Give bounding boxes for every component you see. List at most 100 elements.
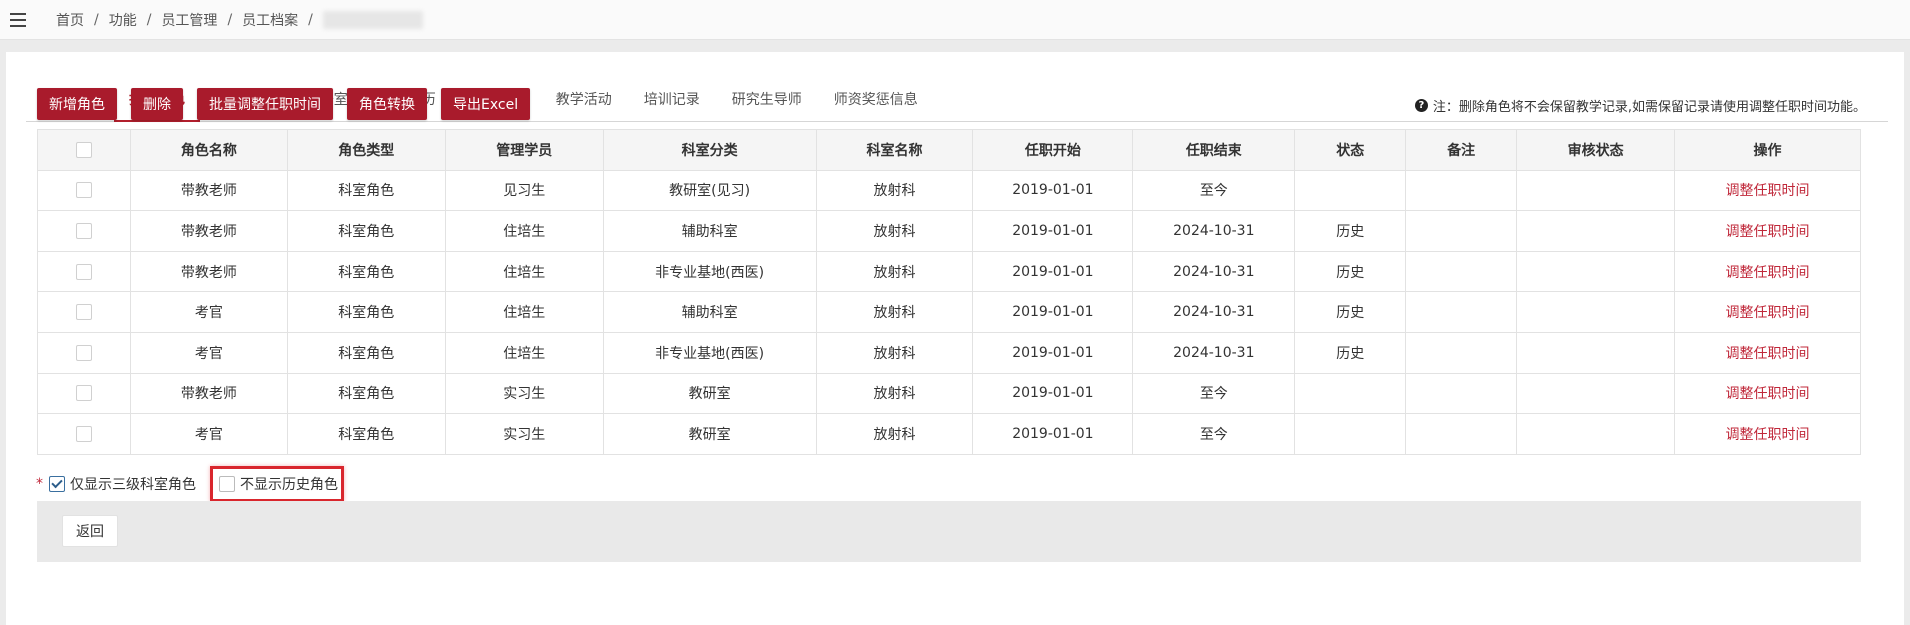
audit-status-cell [1516,372,1676,415]
adjust-tenure-link[interactable]: 调整任职时间 [1726,224,1810,240]
adjust-tenure-link[interactable]: 调整任职时间 [1726,427,1810,443]
row-select-cell [37,210,131,252]
column-header: 管理学员 [444,129,604,171]
audit-status-cell [1516,250,1676,293]
status-cell [1294,413,1407,455]
end-date-cell: 至今 [1132,169,1296,212]
select-all-checkbox[interactable] [75,141,92,158]
breadcrumb-functions[interactable]: 功能 [109,10,137,30]
footer-bar: 返回 [37,501,1861,562]
add-role-button[interactable]: 新增角色 [37,88,117,120]
batch-adjust-tenure-button[interactable]: 批量调整任职时间 [197,88,333,120]
status-cell [1294,372,1407,415]
role-name-cell: 带教老师 [129,372,288,415]
end-date-cell: 2024-10-31 [1132,331,1296,374]
start-date-cell: 2019-01-01 [972,250,1134,293]
roles-table: 角色名称 角色类型 管理学员 科室分类 科室名称 任职开始 任职结束 状态 备注… [37,129,1861,455]
breadcrumb-staff-management[interactable]: 员工管理 [161,10,217,30]
row-select-cell [37,331,131,374]
start-date-cell: 2019-01-01 [972,210,1134,252]
action-cell: 调整任职时间 [1674,250,1861,293]
required-mark: * [36,476,43,492]
table-row: 带教老师 科室角色 实习生 教研室 放射科 2019-01-01 至今 调整任职… [37,372,1861,415]
start-date-cell: 2019-01-01 [972,372,1134,415]
export-excel-button[interactable]: 导出Excel [441,88,531,120]
check-icon [51,476,63,489]
row-checkbox[interactable] [75,425,92,442]
back-button[interactable]: 返回 [62,515,118,547]
adjust-tenure-link[interactable]: 调整任职时间 [1726,265,1810,281]
role-type-cell: 科室角色 [286,372,446,415]
adjust-tenure-link[interactable]: 调整任职时间 [1726,346,1810,362]
role-type-cell: 科室角色 [286,210,446,252]
student-type-cell: 住培生 [444,250,604,293]
role-convert-button[interactable]: 角色转换 [347,88,427,120]
hide-history-label[interactable]: 不显示历史角色 [240,474,338,494]
table-row: 带教老师 科室角色 见习生 教研室(见习) 放射科 2019-01-01 至今 … [37,169,1861,212]
student-type-cell: 实习生 [444,372,604,415]
remark-cell [1405,291,1518,333]
student-type-cell: 住培生 [444,210,604,252]
tab-teaching-activities[interactable]: 教学活动 [541,76,627,121]
tab-graduate-advisor[interactable]: 研究生导师 [717,76,817,121]
dept-category-cell: 教研室(见习) [602,169,817,212]
column-header: 任职结束 [1132,129,1296,171]
student-type-cell: 住培生 [444,291,604,333]
status-cell: 历史 [1294,210,1407,252]
tab-training-records[interactable]: 培训记录 [629,76,715,121]
column-header: 角色类型 [286,129,446,171]
select-all-cell [37,129,131,171]
end-date-cell: 2024-10-31 [1132,250,1296,293]
question-circle-icon: ? [1414,99,1428,112]
row-select-cell [37,372,131,415]
table-row: 带教老师 科室角色 住培生 辅助科室 放射科 2019-01-01 2024-1… [37,210,1861,252]
row-checkbox[interactable] [75,222,92,239]
row-checkbox[interactable] [75,385,92,402]
adjust-tenure-link[interactable]: 调整任职时间 [1726,183,1810,199]
dept-name-cell: 放射科 [815,291,974,333]
table-row: 考官 科室角色 住培生 非专业基地(西医) 放射科 2019-01-01 202… [37,331,1861,374]
student-type-cell: 见习生 [444,169,604,212]
breadcrumb-home[interactable]: 首页 [56,10,84,30]
hamburger-menu-icon[interactable] [10,12,26,27]
action-cell: 调整任职时间 [1674,372,1861,415]
status-cell: 历史 [1294,331,1407,374]
column-header: 科室名称 [815,129,974,171]
hide-history-checkbox[interactable] [219,476,235,492]
dept-name-cell: 放射科 [815,210,974,252]
table-row: 考官 科室角色 住培生 辅助科室 放射科 2019-01-01 2024-10-… [37,291,1861,333]
adjust-tenure-link[interactable]: 调整任职时间 [1726,386,1810,402]
dept-name-cell: 放射科 [815,250,974,293]
only-level3-label[interactable]: 仅显示三级科室角色 [70,474,196,494]
row-checkbox[interactable] [75,182,92,199]
role-name-cell: 带教老师 [129,210,288,252]
column-header: 状态 [1294,129,1407,171]
breadcrumb: 首页 / 功能 / 员工管理 / 员工档案 / [56,10,423,30]
row-checkbox[interactable] [75,344,92,361]
dept-category-cell: 教研室 [602,372,817,415]
audit-status-cell [1516,210,1676,252]
start-date-cell: 2019-01-01 [972,413,1134,455]
audit-status-cell [1516,413,1676,455]
adjust-tenure-link[interactable]: 调整任职时间 [1726,305,1810,321]
top-bar: 首页 / 功能 / 员工管理 / 员工档案 / [0,0,1910,40]
delete-button[interactable]: 删除 [131,88,183,120]
audit-status-cell [1516,291,1676,333]
remark-cell [1405,372,1518,415]
column-header: 备注 [1405,129,1518,171]
role-type-cell: 科室角色 [286,413,446,455]
tab-rewards-penalties[interactable]: 师资奖惩信息 [819,76,933,121]
action-cell: 调整任职时间 [1674,413,1861,455]
breadcrumb-separator: / [146,11,152,28]
remark-cell [1405,413,1518,455]
start-date-cell: 2019-01-01 [972,331,1134,374]
hide-history-highlight: 不显示历史角色 [210,466,344,502]
only-level3-checkbox[interactable] [49,476,65,492]
role-type-cell: 科室角色 [286,250,446,293]
breadcrumb-staff-archive[interactable]: 员工档案 [242,10,298,30]
role-type-cell: 科室角色 [286,331,446,374]
dept-category-cell: 非专业基地(西医) [602,250,817,293]
end-date-cell: 2024-10-31 [1132,291,1296,333]
row-checkbox[interactable] [75,263,92,280]
row-checkbox[interactable] [75,304,92,321]
